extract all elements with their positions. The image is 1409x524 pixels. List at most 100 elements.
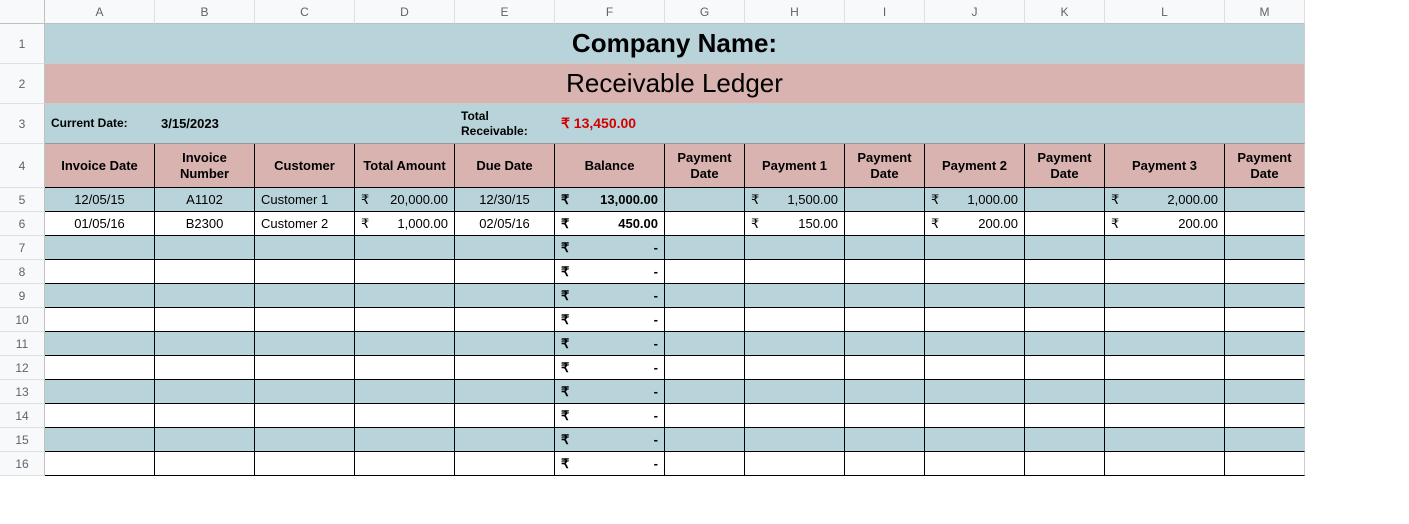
cell-due-date[interactable] [455,356,555,380]
cell-payment-date[interactable] [845,212,925,236]
cell-payment-2[interactable] [925,452,1025,476]
cell-payment-2[interactable] [925,332,1025,356]
cell-payment-date[interactable] [665,332,745,356]
cell-due-date[interactable]: 02/05/16 [455,212,555,236]
cell-payment-date[interactable] [1225,332,1305,356]
cell-payment-date[interactable] [665,428,745,452]
header-payment-date-1[interactable]: Payment Date [665,144,745,188]
row-header[interactable]: 2 [0,64,45,104]
cell-customer[interactable] [255,428,355,452]
header-payment-date-3[interactable]: Payment Date [1025,144,1105,188]
cell-payment-date[interactable] [1225,260,1305,284]
cell-total-amount[interactable] [355,284,455,308]
cell-invoice-date[interactable] [45,404,155,428]
cell-payment-2[interactable]: ₹1,000.00 [925,188,1025,212]
cell-payment-3[interactable] [1105,404,1225,428]
row-header[interactable]: 9 [0,284,45,308]
cell-payment-date[interactable] [1225,236,1305,260]
col-header[interactable]: D [355,0,455,24]
col-header[interactable]: H [745,0,845,24]
row-header[interactable]: 7 [0,236,45,260]
cell-due-date[interactable] [455,428,555,452]
cell-payment-date[interactable] [1225,404,1305,428]
cell-payment-date[interactable] [845,332,925,356]
col-header[interactable]: E [455,0,555,24]
cell-invoice-number[interactable] [155,284,255,308]
cell-payment-date[interactable] [1025,188,1105,212]
cell-payment-3[interactable] [1105,452,1225,476]
cell-payment-2[interactable] [925,356,1025,380]
cell-payment-3[interactable] [1105,332,1225,356]
cell-invoice-date[interactable] [45,356,155,380]
cell-payment-date[interactable] [1225,212,1305,236]
cell-invoice-number[interactable] [155,308,255,332]
cell-payment-date[interactable] [1225,380,1305,404]
cell-total-amount[interactable] [355,380,455,404]
col-header[interactable]: J [925,0,1025,24]
cell-payment-date[interactable] [845,452,925,476]
cell-balance[interactable]: ₹- [555,356,665,380]
cell-invoice-number[interactable] [155,452,255,476]
header-payment-2[interactable]: Payment 2 [925,144,1025,188]
cell-payment-2[interactable] [925,308,1025,332]
cell-payment-date[interactable] [845,404,925,428]
cell-invoice-date[interactable] [45,260,155,284]
cell-balance[interactable]: ₹13,000.00 [555,188,665,212]
cell-payment-2[interactable] [925,404,1025,428]
cell-due-date[interactable] [455,452,555,476]
cell-payment-3[interactable] [1105,428,1225,452]
cell[interactable] [355,104,455,144]
cell-total-amount[interactable] [355,308,455,332]
col-header[interactable]: I [845,0,925,24]
cell[interactable] [1105,104,1225,144]
cell-total-amount[interactable] [355,260,455,284]
cell-total-amount[interactable] [355,236,455,260]
cell-payment-date[interactable] [845,260,925,284]
cell-customer[interactable]: Customer 2 [255,212,355,236]
cell-due-date[interactable] [455,308,555,332]
cell-total-amount[interactable] [355,332,455,356]
row-header[interactable]: 8 [0,260,45,284]
col-header[interactable]: F [555,0,665,24]
cell-invoice-number[interactable]: B2300 [155,212,255,236]
cell-total-amount[interactable] [355,452,455,476]
cell-due-date[interactable] [455,236,555,260]
cell-payment-3[interactable] [1105,260,1225,284]
header-payment-date-4[interactable]: Payment Date [1225,144,1305,188]
cell-payment-date[interactable] [1225,284,1305,308]
cell-payment-1[interactable] [745,308,845,332]
cell-total-amount[interactable] [355,404,455,428]
cell-payment-date[interactable] [845,284,925,308]
cell-customer[interactable] [255,308,355,332]
cell-payment-3[interactable] [1105,284,1225,308]
col-header[interactable]: B [155,0,255,24]
cell-invoice-number[interactable]: A1102 [155,188,255,212]
cell-payment-1[interactable] [745,236,845,260]
cell-customer[interactable] [255,236,355,260]
cell-invoice-number[interactable] [155,428,255,452]
ledger-subtitle[interactable]: Receivable Ledger [45,64,1305,104]
cell-payment-date[interactable] [665,212,745,236]
row-header[interactable]: 6 [0,212,45,236]
col-header[interactable]: G [665,0,745,24]
total-receivable-value[interactable]: ₹ 13,450.00 [555,104,665,144]
cell[interactable] [1025,104,1105,144]
cell-payment-date[interactable] [845,308,925,332]
cell[interactable] [745,104,845,144]
header-payment-1[interactable]: Payment 1 [745,144,845,188]
cell-invoice-date[interactable] [45,236,155,260]
cell-balance[interactable]: ₹- [555,308,665,332]
select-all-corner[interactable] [0,0,45,24]
cell-balance[interactable]: ₹- [555,236,665,260]
cell-payment-date[interactable] [1225,452,1305,476]
cell-invoice-date[interactable] [45,428,155,452]
company-title[interactable]: Company Name: [45,24,1305,64]
cell-payment-date[interactable] [845,236,925,260]
cell-payment-date[interactable] [1225,356,1305,380]
cell-customer[interactable] [255,356,355,380]
cell-payment-date[interactable] [1225,188,1305,212]
cell-payment-1[interactable] [745,260,845,284]
cell-payment-1[interactable]: ₹150.00 [745,212,845,236]
spreadsheet-grid[interactable]: A B C D E F G H I J K L M 1 Company Name… [0,0,1409,476]
cell-customer[interactable]: Customer 1 [255,188,355,212]
